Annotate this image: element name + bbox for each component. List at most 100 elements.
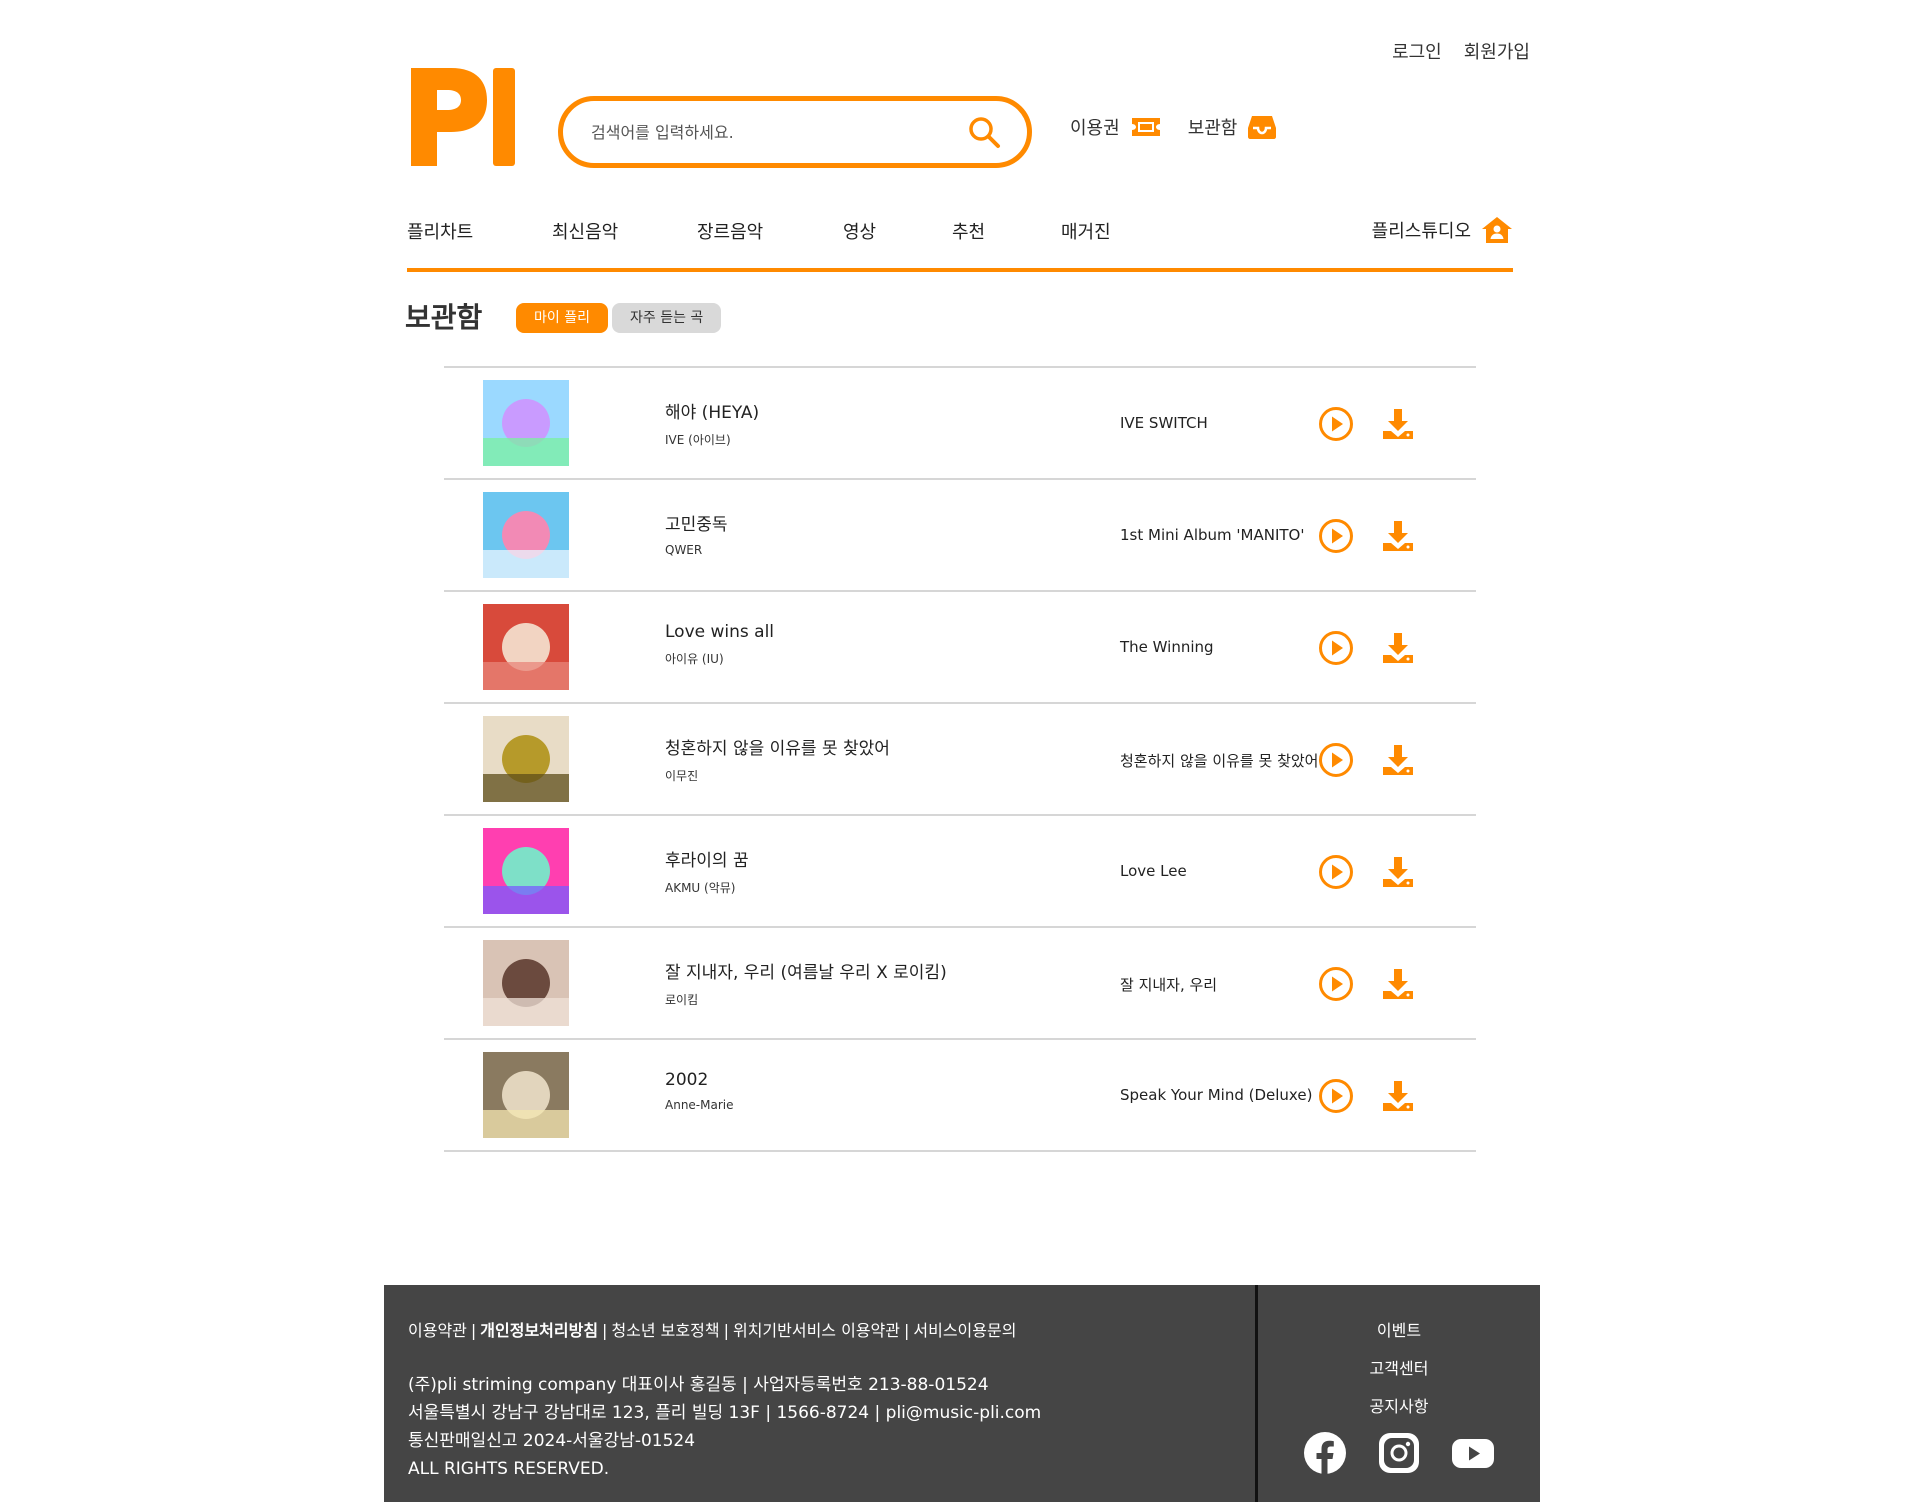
play-icon[interactable] [1318, 1078, 1354, 1114]
play-icon[interactable] [1318, 966, 1354, 1002]
footer-link-youth[interactable]: 청소년 보호정책 [611, 1321, 719, 1340]
track-artist[interactable]: IVE (아이브) [665, 431, 759, 448]
play-icon[interactable] [1318, 854, 1354, 890]
footer-link-event[interactable]: 이벤트 [1258, 1317, 1540, 1341]
footer: 이용약관 | 개인정보처리방침 | 청소년 보호정책 | 위치기반서비스 이용약관 | 서비스이… [384, 1285, 1540, 1502]
page-title: 보관함 [405, 301, 483, 334]
tab-my-pli[interactable]: 마이 플리 [516, 303, 608, 333]
track-album[interactable]: IVE SWITCH [1120, 414, 1208, 432]
track-album[interactable]: 잘 지내자, 우리 [1120, 974, 1217, 995]
track-album[interactable]: The Winning [1120, 638, 1214, 656]
nav-recommend[interactable]: 추천 [952, 218, 985, 244]
track-album[interactable]: Love Lee [1120, 862, 1187, 880]
footer-separator: | [903, 1321, 910, 1340]
track-title[interactable]: 해야 (HEYA) [665, 398, 759, 423]
social-links [1258, 1431, 1540, 1475]
pli-logo[interactable] [407, 66, 517, 168]
track-row[interactable]: 해야 (HEYA) IVE (아이브) IVE SWITCH [444, 368, 1476, 480]
nav-video[interactable]: 영상 [843, 218, 876, 244]
search-input[interactable] [591, 122, 967, 142]
play-icon[interactable] [1318, 406, 1354, 442]
album-cover[interactable] [483, 492, 569, 578]
nav-pli-chart[interactable]: 플리차트 [407, 218, 473, 244]
track-title[interactable]: 후라이의 꿈 [665, 846, 749, 871]
track-info: 잘 지내자, 우리 (여름날 우리 X 로이킴) 로이킴 [665, 958, 947, 1008]
track-album[interactable]: Speak Your Mind (Deluxe) [1120, 1086, 1312, 1104]
footer-link-notice[interactable]: 공지사항 [1258, 1393, 1540, 1417]
library-link[interactable]: 보관함 [1188, 114, 1278, 140]
download-icon[interactable] [1380, 742, 1416, 778]
footer-separator: | [723, 1321, 729, 1340]
track-artist[interactable]: 이무진 [665, 767, 890, 784]
footer-link-support[interactable]: 고객센터 [1258, 1355, 1540, 1379]
nav-magazine[interactable]: 매거진 [1061, 218, 1111, 244]
album-art [483, 1052, 569, 1138]
track-artist[interactable]: Anne-Marie [665, 1098, 734, 1112]
album-cover[interactable] [483, 940, 569, 1026]
footer-link-privacy[interactable]: 개인정보처리방침 [480, 1321, 598, 1340]
play-icon[interactable] [1318, 742, 1354, 778]
facebook-icon[interactable] [1303, 1431, 1347, 1475]
track-info: Love wins all 아이유 (IU) [665, 622, 774, 667]
album-cover[interactable] [483, 1052, 569, 1138]
voucher-link[interactable]: 이용권 [1070, 114, 1162, 140]
library-label: 보관함 [1187, 118, 1238, 139]
track-artist[interactable]: QWER [665, 543, 728, 557]
track-title[interactable]: 잘 지내자, 우리 (여름날 우리 X 로이킴) [665, 958, 947, 983]
track-artist[interactable]: 아이유 (IU) [665, 650, 774, 667]
track-info: 해야 (HEYA) IVE (아이브) [665, 398, 759, 448]
play-icon[interactable] [1318, 518, 1354, 554]
search-bar [558, 96, 1032, 168]
footer-link-location[interactable]: 위치기반서비스 이용약관 [733, 1321, 900, 1340]
instagram-icon[interactable] [1377, 1431, 1421, 1475]
download-icon[interactable] [1380, 406, 1416, 442]
track-artist[interactable]: 로이킴 [665, 991, 947, 1008]
track-row[interactable]: 청혼하지 않을 이유를 못 찾았어 이무진 청혼하지 않을 이유를 못 찾았어 [444, 704, 1476, 816]
track-title[interactable]: 고민중독 [665, 510, 728, 535]
track-info: 청혼하지 않을 이유를 못 찾았어이무진 [665, 734, 890, 784]
album-cover[interactable] [483, 716, 569, 802]
track-row[interactable]: 2002 Anne-Marie Speak Your Mind (Deluxe) [444, 1040, 1476, 1152]
album-cover[interactable] [483, 380, 569, 466]
track-title[interactable]: 2002 [665, 1070, 734, 1090]
album-art [483, 492, 569, 578]
header-links: 이용권 보관함 [1070, 114, 1277, 140]
nav-latest-music[interactable]: 최신음악 [552, 218, 618, 244]
footer-separator: | [470, 1321, 477, 1340]
voucher-label: 이용권 [1070, 118, 1120, 139]
track-row[interactable]: 고민중독 QWER 1st Mini Album 'MANITO' [444, 480, 1476, 592]
track-row[interactable]: 잘 지내자, 우리 (여름날 우리 X 로이킴) 로이킴 잘 지내자, 우리 [444, 928, 1476, 1040]
nav-studio[interactable]: 플리스튜디오 [1372, 216, 1513, 244]
download-icon[interactable] [1380, 854, 1416, 890]
library-tabs: 마이 플리 자주 듣는 곡 [516, 303, 722, 333]
download-icon[interactable] [1380, 966, 1416, 1002]
album-cover[interactable] [483, 828, 569, 914]
track-title[interactable]: 청혼하지 않을 이유를 못 찾았어 [665, 734, 890, 759]
download-icon[interactable] [1380, 630, 1416, 666]
footer-link-terms[interactable]: 이용약관 [408, 1321, 467, 1340]
download-icon[interactable] [1380, 1078, 1416, 1114]
studio-home-icon [1482, 217, 1512, 243]
play-icon[interactable] [1318, 630, 1354, 666]
track-album[interactable]: 청혼하지 않을 이유를 못 찾았어 [1120, 750, 1318, 771]
footer-link-inquiry[interactable]: 서비스이용문의 [913, 1321, 1016, 1340]
track-info: 고민중독 QWER [665, 510, 728, 557]
nav-genre-music[interactable]: 장르음악 [697, 218, 763, 244]
track-row[interactable]: Love wins all 아이유 (IU) The Winning [444, 592, 1476, 704]
track-title[interactable]: Love wins all [665, 622, 774, 642]
tab-frequent[interactable]: 자주 듣는 곡 [611, 303, 722, 333]
album-art [483, 604, 569, 690]
download-icon[interactable] [1380, 518, 1416, 554]
track-info: 2002 Anne-Marie [665, 1070, 734, 1112]
track-album[interactable]: 1st Mini Album 'MANITO' [1120, 526, 1304, 544]
track-row[interactable]: 후라이의 꿈 AKMU (악뮤) Love Lee [444, 816, 1476, 928]
album-art [483, 716, 569, 802]
album-cover[interactable] [483, 604, 569, 690]
ticket-icon [1131, 118, 1160, 136]
album-art [483, 828, 569, 914]
youtube-icon[interactable] [1451, 1431, 1495, 1475]
signup-link[interactable]: 회원가입 [1464, 38, 1530, 64]
track-artist[interactable]: AKMU (악뮤) [665, 879, 749, 896]
search-icon[interactable] [967, 115, 1001, 149]
login-link[interactable]: 로그인 [1392, 38, 1442, 64]
